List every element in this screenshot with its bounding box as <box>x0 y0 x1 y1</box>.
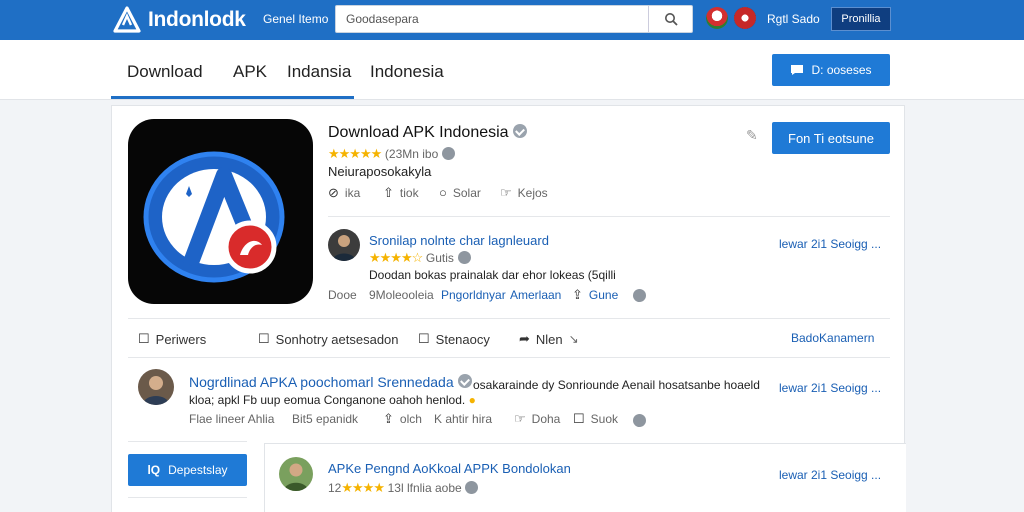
app-action-report[interactable]: ☞ Kejos <box>500 185 548 201</box>
reviewer2-avatar[interactable] <box>138 369 174 405</box>
info-icon[interactable] <box>441 147 455 160</box>
divider <box>128 441 247 442</box>
reviewer2-name[interactable]: Nogrdlinad APKA poochomarl Srennedada <box>189 374 472 390</box>
header-avatars <box>706 7 756 29</box>
reviewer2-meta-1: Flae lineer Ahlia <box>189 412 275 426</box>
comment-icon: ☐ <box>258 331 270 346</box>
flag-icon: ☞ <box>500 185 512 200</box>
reviewer2-side-link[interactable]: lewar 2i1 Seoigg ... <box>779 381 881 395</box>
search-button[interactable] <box>648 6 692 32</box>
app-action-like[interactable]: ⊘ ika <box>328 185 360 201</box>
verified-icon <box>457 374 472 388</box>
tab-indonesia[interactable]: Indonesia <box>370 62 444 82</box>
comment-icon: ○ <box>439 185 447 200</box>
app-description: Neiuraposokakyla <box>328 164 432 179</box>
thumb-icon: ⇪ <box>383 411 394 426</box>
user-avatar[interactable] <box>734 7 756 29</box>
share-button[interactable]: ⇪ Gune <box>572 287 618 303</box>
info-icon[interactable] <box>465 481 479 494</box>
divider <box>328 216 890 217</box>
download-button[interactable]: Fon Ti eotsune <box>772 122 890 154</box>
reviewer3-avatar[interactable] <box>279 457 313 491</box>
flag-icon: ☐ <box>573 411 585 426</box>
reviewer-rating: ★★★★☆ Gutis <box>369 250 471 266</box>
search-input[interactable]: Goodasepara <box>336 12 648 26</box>
more-icon[interactable] <box>633 414 646 427</box>
share-icon: ⇪ <box>572 287 583 302</box>
reviewer2-text: osakarainde dy Sonriounde Aenail hosatsa… <box>473 378 760 392</box>
tab-apk[interactable]: APK <box>233 62 267 82</box>
app-action-comment[interactable]: ○ Solar <box>439 185 481 200</box>
rating-stars-icon: ★★★★★ <box>328 146 382 161</box>
thumb-icon: ⊘ <box>328 185 339 200</box>
reviewer3-rating: 12★★★★ 13l lfnlia aobe <box>328 480 479 496</box>
review-meta-1: Dooe <box>328 288 357 302</box>
review-text: Doodan bokas prainalak dar ehor lokeas (… <box>369 268 616 282</box>
tab-action-button[interactable]: D: ooseses <box>772 54 890 86</box>
chat-icon: ☐ <box>418 331 430 346</box>
action-sonhotry[interactable]: ☐ Sonhotry aetsesadon <box>258 331 399 347</box>
site-logo[interactable]: Indonlodk <box>112 5 246 35</box>
reviewer2-reply[interactable]: ☞ Doha <box>514 411 560 427</box>
app-rating: ★★★★★ (23Mn ibo <box>328 146 455 162</box>
action-stenaocy[interactable]: ☐ Stenaocy <box>418 331 490 347</box>
nav-menu-link[interactable]: Genel Itemo <box>263 12 328 26</box>
logo-text: Indonlodk <box>148 8 246 31</box>
chat-icon <box>791 65 804 75</box>
app-icon <box>128 119 313 304</box>
app-title: Download APK Indonesia <box>328 124 527 142</box>
reviewer2-text2: kloa; apkl Fb uup eomua Conganone oahoh … <box>189 393 476 407</box>
action-periwers[interactable]: ☐ Periwers <box>138 331 206 347</box>
stats-icon: lQ <box>147 463 161 477</box>
edit-icon[interactable]: ✎ <box>746 127 758 144</box>
chevron-icon: ↘ <box>568 332 579 346</box>
reviewer-name[interactable]: Sronilap nolnte char lagnleuard <box>369 233 549 248</box>
review-link-2[interactable]: Amerlaan <box>510 288 561 302</box>
share-icon: ⇧ <box>383 185 394 200</box>
reviewer-avatar[interactable] <box>328 229 360 261</box>
rating-stars-icon: ★★★★☆ <box>369 250 423 265</box>
reviewer3-name[interactable]: APKe Pengnd AoKkoal APPK Bondolokan <box>328 461 571 476</box>
verified-icon <box>512 124 527 138</box>
rating-stars-icon: ★★★★ <box>341 480 385 495</box>
review-meta-2: 9Moleooleia <box>369 288 434 302</box>
reply-icon: ☞ <box>514 411 526 426</box>
tab-action-label: D: ooseses <box>811 63 872 77</box>
divider <box>128 497 247 498</box>
app-logo-icon <box>143 151 285 283</box>
reviewer2-flag[interactable]: ☐ Suok <box>573 411 618 427</box>
tab-indansia[interactable]: Indansia <box>287 62 351 82</box>
tab-bar: Download APK Indansia Indonesia D: ooses… <box>0 40 1024 100</box>
reviewer3-side-link[interactable]: lewar 2i1 Seoigg ... <box>779 468 881 482</box>
tab-download[interactable]: Download <box>127 62 203 82</box>
person-icon <box>283 463 309 491</box>
more-icon[interactable] <box>633 289 646 302</box>
header-cta-button[interactable]: Pronillia <box>831 7 891 31</box>
info-icon[interactable] <box>457 251 471 264</box>
reviewer2-meta-4: K ahtir hira <box>434 412 493 426</box>
review-link-1[interactable]: Pngorldnyar <box>441 288 506 302</box>
person-icon <box>332 235 356 261</box>
actionbar-right-link[interactable]: BadoKanamern <box>791 331 874 345</box>
share-icon: ➦ <box>519 331 530 346</box>
rating-count: (23Mn ibo <box>384 147 439 161</box>
signin-link[interactable]: Rgtl Sado <box>767 12 820 26</box>
divider <box>128 318 890 319</box>
checkbox-icon: ☐ <box>138 331 150 346</box>
action-nlen[interactable]: ➦ Nlen ↘ <box>519 331 579 347</box>
reviewer-side-link[interactable]: lewar 2i1 Seoigg ... <box>779 237 881 251</box>
app-action-share[interactable]: ⇧ tiok <box>383 185 419 201</box>
divider <box>128 357 890 358</box>
reviewer2-meta-2: Bit5 epanidk <box>292 412 359 426</box>
logo-icon <box>113 6 141 33</box>
search-icon <box>664 13 678 26</box>
app-title-text: Download APK Indonesia <box>328 124 509 141</box>
person-icon <box>142 376 170 405</box>
emoji-icon: ● <box>468 393 476 407</box>
search-bar[interactable]: Goodasepara <box>335 5 693 33</box>
notification-icon[interactable] <box>706 7 728 29</box>
reviewer2-like[interactable]: ⇪ olch <box>383 411 422 427</box>
sidebar-button[interactable]: lQ Depestslay <box>128 454 247 486</box>
active-tab-indicator <box>111 96 354 99</box>
